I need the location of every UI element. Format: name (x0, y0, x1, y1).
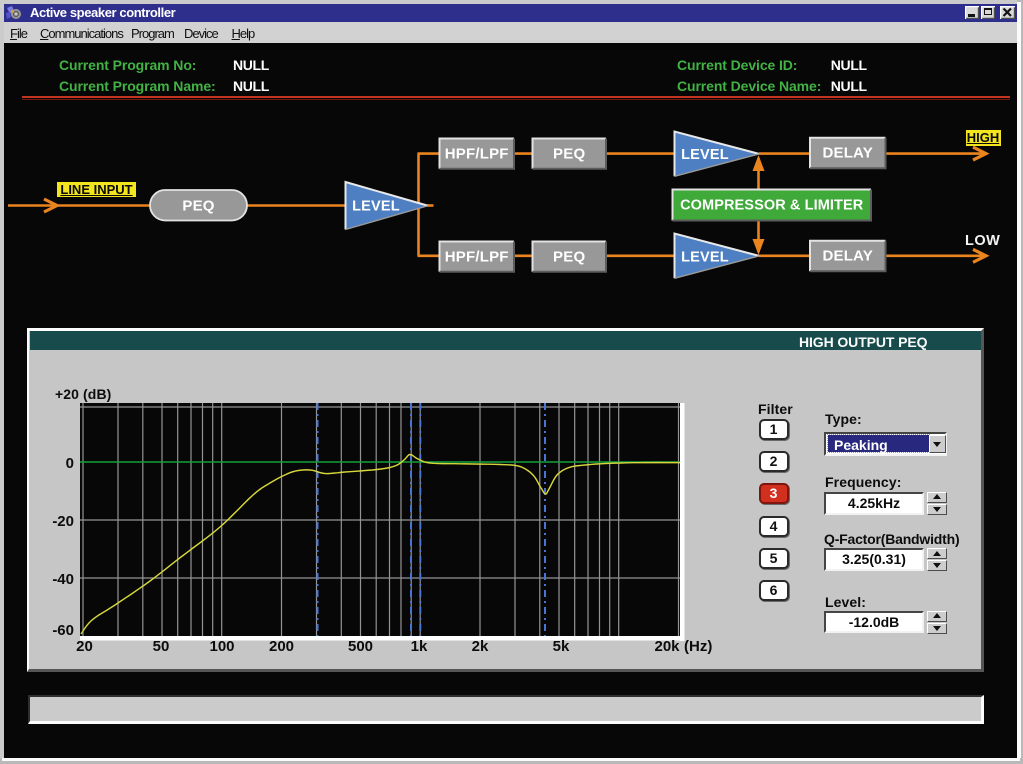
svg-text:LEVEL: LEVEL (681, 147, 729, 163)
svg-text:COMPRESSOR & LIMITER: COMPRESSOR & LIMITER (680, 197, 864, 213)
svg-text:DELAY: DELAY (822, 145, 872, 162)
svg-text:HPF/LPF: HPF/LPF (445, 248, 509, 265)
svg-text:DELAY: DELAY (822, 248, 872, 265)
svg-text:HPF/LPF: HPF/LPF (445, 145, 509, 162)
svg-text:LEVEL: LEVEL (352, 198, 400, 214)
svg-text:PEQ: PEQ (553, 145, 585, 162)
svg-text:PEQ: PEQ (182, 197, 214, 214)
svg-text:PEQ: PEQ (553, 248, 585, 265)
svg-text:LEVEL: LEVEL (681, 249, 729, 265)
